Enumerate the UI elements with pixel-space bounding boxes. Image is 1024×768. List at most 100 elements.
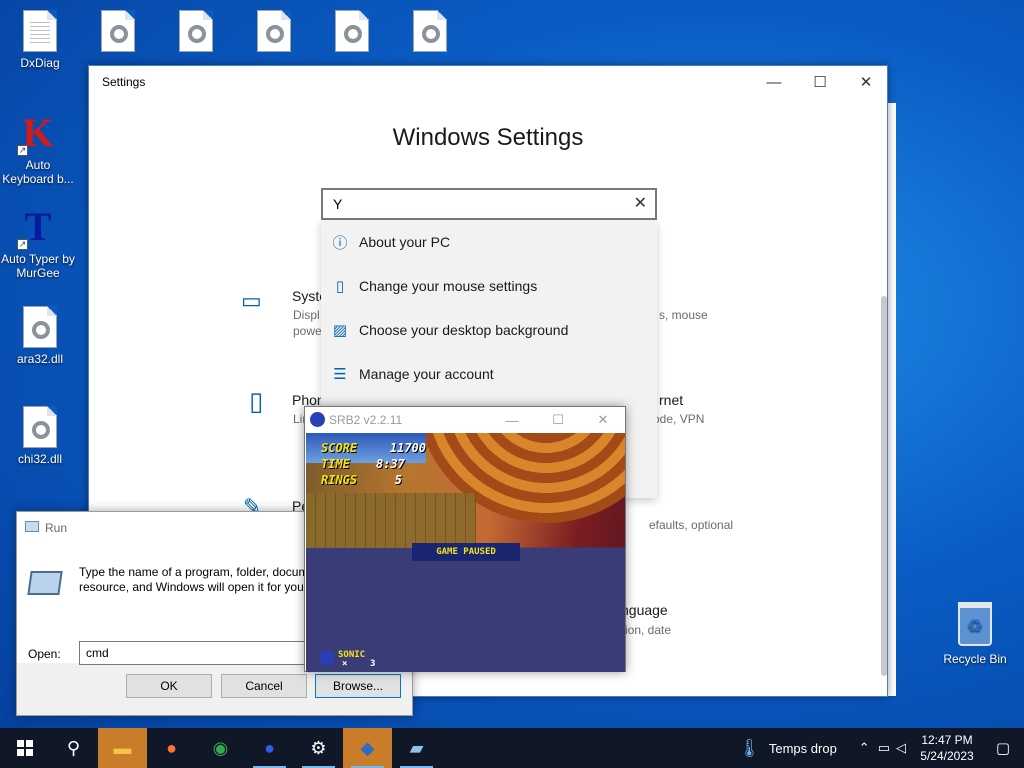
open-label: Open: [28,647,61,661]
window-title: Settings [102,75,146,89]
suggestion-label: About your PC [359,234,451,250]
laptop-icon: ▭ [241,288,262,313]
taskbar-chrome[interactable]: ◉ [196,728,245,768]
desktop-icon-dll[interactable] [236,10,312,56]
ok-button[interactable]: OK [126,674,212,698]
taskbar-file-explorer[interactable]: ▬ [98,728,147,768]
game-viewport[interactable]: SCORE 11700 TIME 8:37 RINGS 5 GAME PAUSE… [306,433,625,672]
chrome-icon: ◉ [212,737,229,758]
suggestion-label: Change your mouse settings [359,278,538,294]
taskbar-srb2[interactable]: ● [245,728,294,768]
desktop-icon-label: chi32.dll [17,452,63,466]
desktop-icon-dxdiag[interactable]: DxDiag [2,10,78,70]
desktop-icon-label: Auto Typer by MurGee [1,252,75,280]
file-explorer-icon: ▬ [113,737,132,758]
suggestion-desktop-background[interactable]: ▨ Choose your desktop background [321,308,657,352]
search-input-value: Y [333,196,343,212]
hud-time-value: 8:37 [376,457,405,471]
run-program-icon [27,571,63,595]
taskbar-run[interactable]: ▰ [392,728,441,768]
desktop-icon-ara32[interactable]: ara32.dll [2,306,78,366]
page-title: Windows Settings [392,124,584,151]
shortcut-arrow-icon: ↗ [17,239,28,250]
category-system-desc: powe [293,324,322,338]
dll-file-icon [179,10,213,52]
srb2-game-window: SRB2 v2.2.11 — ☐ ✕ SCORE 11700 TIME 8:37… [304,406,626,672]
category-devices-desc: s, mouse [659,308,708,322]
desktop-icon-dll[interactable] [392,10,468,56]
thermometer-icon: 🌡 [738,737,761,758]
run-title: Run [45,521,68,535]
lives-x: × [342,659,348,669]
info-icon: ⓘ [332,234,348,252]
category-language-title[interactable]: nguage [621,602,668,618]
dll-file-icon [257,10,291,52]
hud-score-label: SCORE [321,441,358,455]
scrollbar[interactable] [881,296,887,676]
category-network-desc: ode, VPN [653,412,705,426]
clock-date: 5/24/2023 [920,749,974,763]
sonic-life-icon [320,651,334,665]
desktop-icon-dll[interactable] [80,10,156,56]
weather-widget[interactable]: Temps drop [769,741,837,756]
search-input[interactable]: Y ✕ [321,188,657,220]
suggestion-label: Manage your account [359,366,494,382]
taskbar-auto-typer[interactable]: ◆ [343,728,392,768]
category-network-title[interactable]: rnet [659,392,683,408]
search-button[interactable]: ⚲ [49,728,98,768]
srb2-icon [310,412,325,427]
game-titlebar[interactable]: SRB2 v2.2.11 — ☐ ✕ [305,407,625,433]
mouse-icon: ▯ [335,278,345,295]
maximize-button[interactable]: ☐ [535,407,581,433]
phone-icon: ▯ [249,386,264,416]
game-window-title: SRB2 v2.2.11 [329,413,403,427]
clear-search-icon[interactable]: ✕ [634,195,647,213]
settings-icon: ⚙ [310,737,327,758]
desktop-icon-recycle-bin[interactable]: ♻ Recycle Bin [938,602,1012,666]
volume-muted-icon[interactable]: ◁ [896,740,906,756]
suggestion-mouse-settings[interactable]: ▯ Change your mouse settings [321,264,657,308]
desktop-icon-label: ara32.dll [16,352,64,366]
document-icon [23,10,57,52]
desktop-icon-dll[interactable] [158,10,234,56]
browse-button[interactable]: Browse... [315,674,401,698]
category-apps-desc: efaults, optional [649,518,734,532]
recycle-bin-icon: ♻ [958,602,992,646]
auto-typer-taskbar-icon: ◆ [360,737,375,758]
category-system-desc: Displ [293,308,320,322]
desktop-icon-label: Recycle Bin [943,652,1007,666]
notification-icon[interactable]: ▢ [982,739,1024,757]
firefox-icon: ● [166,737,177,758]
suggestion-about-pc[interactable]: ⓘ About your PC [321,220,657,264]
desktop-icon-dll[interactable] [314,10,390,56]
start-button[interactable] [0,728,49,768]
minimize-button[interactable]: — [489,407,535,433]
taskbar: ⚲ ▬ ● ◉ ● ⚙ ◆ ▰ 🌡 Temps drop ⌃ ▭ ◁ 12:47… [0,728,1024,768]
clock[interactable]: 12:47 PM 5/24/2023 [912,732,982,764]
close-button[interactable]: ✕ [580,407,626,433]
hud-rings-value: 5 [394,473,402,487]
taskbar-firefox[interactable]: ● [147,728,196,768]
close-button[interactable]: ✕ [843,66,889,98]
suggestion-manage-account[interactable]: ☰ Manage your account [321,352,657,396]
windows-logo-icon [16,740,33,756]
system-tray: 🌡 Temps drop ⌃ ▭ ◁ 12:47 PM 5/24/2023 ▢ [738,728,1024,768]
minimize-button[interactable]: — [751,66,797,98]
hud-score-value: 11700 [389,441,426,455]
dll-file-icon [101,10,135,52]
suggestion-label: Choose your desktop background [359,322,569,338]
desktop-icon-auto-typer[interactable]: T ↗ Auto Typer by MurGee [0,206,76,281]
taskbar-settings[interactable]: ⚙ [294,728,343,768]
chevron-up-icon[interactable]: ⌃ [859,740,870,756]
dll-file-icon [413,10,447,52]
maximize-button[interactable]: ☐ [797,66,843,98]
lives-counter: SONIC × 3 [320,651,380,669]
desktop-icon-label: Auto Keyboard b... [2,158,74,186]
dll-file-icon [23,306,57,348]
cancel-button[interactable]: Cancel [221,674,307,698]
desktop-icon-auto-keyboard[interactable]: K ↗ Auto Keyboard b... [0,112,76,187]
run-icon [25,521,39,532]
desktop-icon-chi32[interactable]: chi32.dll [2,406,78,466]
account-icon: ☰ [333,366,347,383]
network-icon[interactable]: ▭ [878,740,890,756]
